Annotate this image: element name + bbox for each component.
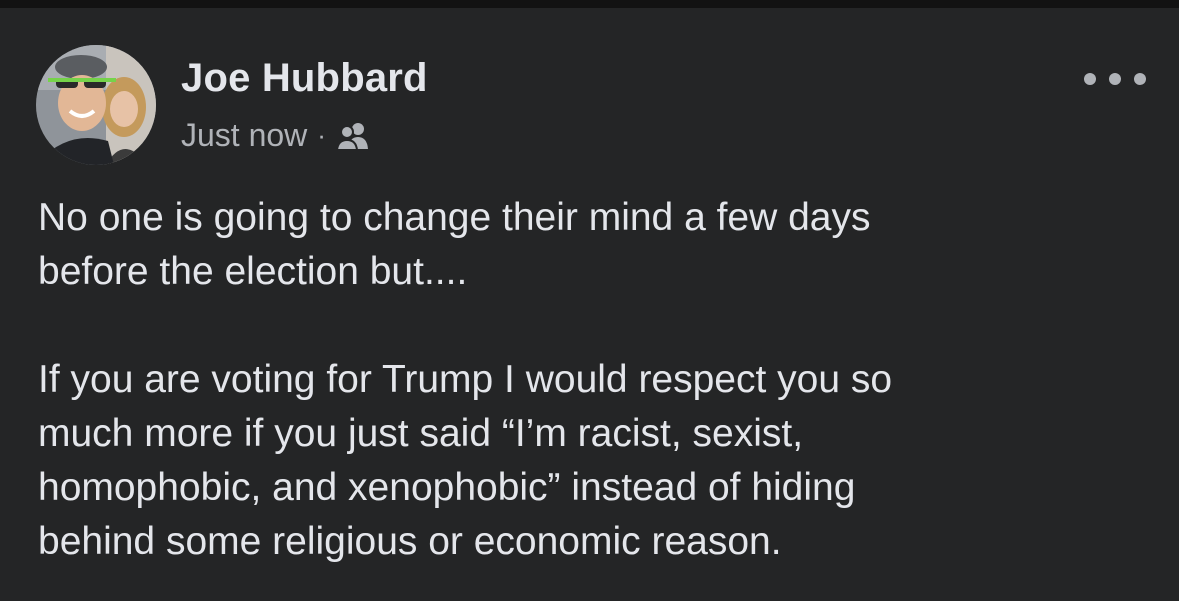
- top-strip: [0, 0, 1179, 8]
- post-meta: Just now ·: [181, 115, 370, 155]
- post-timestamp[interactable]: Just now: [181, 117, 307, 154]
- friends-icon[interactable]: [335, 121, 370, 151]
- avatar-photo: [36, 45, 156, 165]
- meta-separator: ·: [317, 119, 326, 150]
- more-horizontal-icon-dot: [1084, 73, 1096, 85]
- more-horizontal-icon-dot: [1134, 73, 1146, 85]
- post-paragraph-1: No one is going to change their mind a f…: [38, 196, 871, 293]
- more-horizontal-icon-dot: [1109, 73, 1121, 85]
- post-card: Joe Hubbard Just now · No one is going t…: [0, 8, 1179, 601]
- avatar[interactable]: [36, 45, 156, 165]
- post-paragraph-2: If you are voting for Trump I would resp…: [38, 358, 893, 563]
- post-text: No one is going to change their mind a f…: [38, 191, 1138, 569]
- author-name[interactable]: Joe Hubbard: [181, 56, 428, 101]
- more-options-button[interactable]: [1084, 64, 1146, 94]
- friends-icon-graphic: [335, 123, 368, 151]
